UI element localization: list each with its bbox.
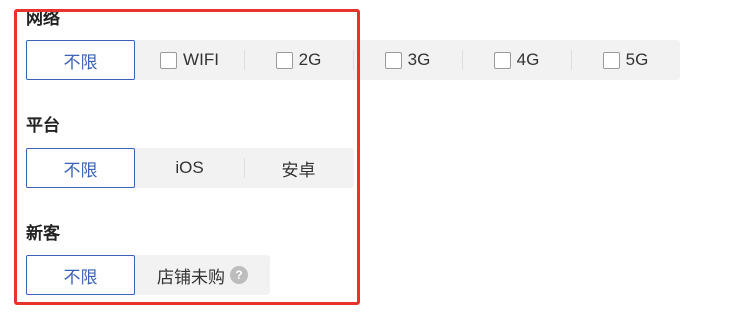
option-label: 5G xyxy=(625,50,649,69)
checkbox-icon[interactable] xyxy=(493,51,511,69)
network-option-4g[interactable]: 4G xyxy=(462,40,571,80)
help-icon[interactable]: ? xyxy=(230,266,248,284)
new-customer-title: 新客 xyxy=(26,224,60,243)
network-option-3g[interactable]: 3G xyxy=(353,40,462,80)
option-label: iOS xyxy=(175,158,204,177)
network-option-unlimited[interactable]: 不限 xyxy=(26,40,135,80)
platform-option-ios[interactable]: iOS xyxy=(135,148,244,188)
option-label: 安卓 xyxy=(281,160,316,180)
new-customer-segmented-control: 不限 店铺未购 ? xyxy=(26,255,270,295)
option-label: 不限 xyxy=(63,267,98,287)
platform-option-unlimited[interactable]: 不限 xyxy=(26,148,135,188)
platform-option-android[interactable]: 安卓 xyxy=(244,148,353,188)
option-label: 2G xyxy=(298,50,322,69)
network-segmented-control: 不限 WIFI 2G 3G 4G 5G xyxy=(26,40,680,80)
option-label: WIFI xyxy=(183,50,219,69)
network-option-wifi[interactable]: WIFI xyxy=(135,40,244,80)
checkbox-icon[interactable] xyxy=(160,51,178,69)
option-label: 3G xyxy=(407,50,431,69)
checkbox-icon[interactable] xyxy=(275,51,293,69)
option-label: 店铺未购 xyxy=(157,267,225,287)
checkbox-icon[interactable] xyxy=(602,51,620,69)
checkbox-icon[interactable] xyxy=(384,51,402,69)
option-label: 4G xyxy=(516,50,540,69)
new-customer-option-store-not-purchased[interactable]: 店铺未购 ? xyxy=(135,255,270,295)
new-customer-option-unlimited[interactable]: 不限 xyxy=(26,255,135,295)
network-title: 网络 xyxy=(26,9,60,28)
platform-segmented-control: 不限 iOS 安卓 xyxy=(26,148,354,188)
platform-title: 平台 xyxy=(26,116,60,135)
option-label: 不限 xyxy=(63,52,98,72)
network-option-2g[interactable]: 2G xyxy=(244,40,353,80)
network-option-5g[interactable]: 5G xyxy=(571,40,680,80)
option-label: 不限 xyxy=(63,160,98,180)
